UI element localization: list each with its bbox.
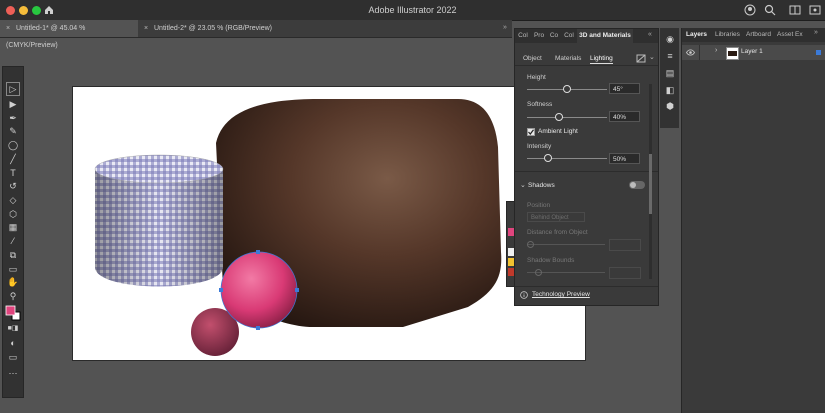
layer-selection-indicator[interactable] xyxy=(816,50,821,55)
3d-materials-panel: Col Pro Co Col 3D and Materials « Object… xyxy=(514,28,659,306)
color-mode-icon[interactable]: ■◨ xyxy=(7,323,19,335)
tools-panel: ▷ ▶ ✒ ✎ ◯ ╱ T ↺ ◇ ⬡ ▦ ⁄ ⧉ ▭ ✋ ⚲ ■◨ ◐ ▭ ⋯ xyxy=(2,66,24,398)
layers-panel: Layers Libraries Artboard Asset Ex » › L… xyxy=(681,28,825,413)
panel-scrollbar[interactable] xyxy=(649,84,652,279)
tab-label: Untitled-2* @ 23.05 % (RGB/Preview) xyxy=(154,25,272,32)
distance-slider-track[interactable] xyxy=(527,244,605,245)
tab-color[interactable]: Col xyxy=(517,29,529,43)
info-icon xyxy=(520,291,528,299)
intensity-value-field[interactable]: 50% xyxy=(609,153,640,164)
search-icon[interactable] xyxy=(764,4,776,16)
layers-panel-menu-icon[interactable]: » xyxy=(814,29,818,36)
zoom-tool-icon[interactable]: ⚲ xyxy=(7,290,19,302)
tab-color-guide[interactable]: Co xyxy=(548,29,560,43)
visibility-eye-icon[interactable] xyxy=(686,49,695,56)
large-sphere-selected[interactable] xyxy=(220,251,298,329)
shadows-chevron-icon[interactable]: ⌄ xyxy=(520,181,526,189)
intensity-label: Intensity xyxy=(527,143,552,150)
tab-properties[interactable]: Pro xyxy=(532,29,546,43)
softness-slider-knob[interactable] xyxy=(555,113,563,121)
layer-name[interactable]: Layer 1 xyxy=(741,48,763,55)
direct-selection-tool-icon[interactable]: ▶ xyxy=(7,98,19,110)
selection-tool-icon[interactable]: ▷ xyxy=(6,82,20,96)
softness-value-field[interactable]: 40% xyxy=(609,111,640,122)
height-value-field[interactable]: 45° xyxy=(609,83,640,94)
type-tool-icon[interactable]: T xyxy=(7,167,19,179)
panel-collapse-icon[interactable]: « xyxy=(648,31,652,38)
document-tab-bar: × Untitled-1* @ 45.04 % (CMYK/Preview) × U… xyxy=(0,20,512,49)
intensity-slider-knob[interactable] xyxy=(544,154,552,162)
gradient-tool-icon[interactable]: ▦ xyxy=(7,221,19,233)
softness-slider-track[interactable] xyxy=(527,117,607,118)
close-tab-icon[interactable]: × xyxy=(144,20,154,37)
subtab-materials[interactable]: Materials xyxy=(555,55,581,62)
share-icon[interactable] xyxy=(809,4,821,16)
bounds-value-field[interactable] xyxy=(609,267,641,279)
window-title: Adobe Illustrator 2022 xyxy=(368,5,457,15)
height-label: Height xyxy=(527,74,546,81)
height-slider-knob[interactable] xyxy=(563,85,571,93)
layer-row[interactable]: › Layer 1 xyxy=(682,45,825,60)
render-menu-chevron-icon[interactable]: ⌄ xyxy=(649,53,655,61)
tab-3d-and-materials[interactable]: 3D and Materials xyxy=(577,29,633,43)
eraser-tool-icon[interactable]: ◇ xyxy=(7,194,19,206)
arrange-documents-icon[interactable] xyxy=(789,4,801,16)
distance-slider-knob[interactable] xyxy=(527,241,534,248)
comments-icon[interactable]: ▤ xyxy=(664,67,676,79)
account-icon[interactable] xyxy=(744,4,756,16)
blend-tool-icon[interactable]: ⧉ xyxy=(7,249,19,261)
shadows-label: Shadows xyxy=(528,182,555,189)
tab-libraries[interactable]: Libraries xyxy=(715,28,740,42)
tab-layers[interactable]: Layers xyxy=(686,28,707,42)
more-tools-icon[interactable]: ⋯ xyxy=(7,367,19,379)
tab-artboards[interactable]: Artboard xyxy=(746,28,771,42)
shadow-position-label: Position xyxy=(527,202,551,209)
subtab-lighting[interactable]: Lighting xyxy=(590,55,613,64)
technology-preview-link[interactable]: Technology Preview xyxy=(532,291,590,298)
subtab-object[interactable]: Object xyxy=(523,55,542,62)
shadow-position-dropdown[interactable]: Behind Object xyxy=(527,212,585,222)
fill-stroke-swatch[interactable] xyxy=(5,305,21,321)
tab-label: Untitled-1* @ 45.04 % (CMYK/Preview) xyxy=(6,25,86,49)
screen-mode-icon[interactable]: ▭ xyxy=(7,351,19,363)
layer-thumbnail xyxy=(726,47,739,60)
intensity-slider-track[interactable] xyxy=(527,158,607,159)
artboard-tool-icon[interactable]: ▭ xyxy=(7,263,19,275)
appearance-icon[interactable]: ◉ xyxy=(664,33,676,45)
rotate-tool-icon[interactable]: ↺ xyxy=(7,180,19,192)
tab-overflow-icon[interactable]: » xyxy=(503,24,507,31)
paintbrush-tool-icon[interactable]: ╱ xyxy=(7,153,19,165)
shape-builder-tool-icon[interactable]: ⬡ xyxy=(7,208,19,220)
tab-untitled-2[interactable]: × Untitled-2* @ 23.05 % (RGB/Preview) xyxy=(138,20,298,37)
title-bar: Adobe Illustrator 2022 xyxy=(0,0,825,21)
tab-color-2[interactable]: Col xyxy=(562,29,576,43)
drawing-mode-icon[interactable]: ◐ xyxy=(7,337,19,349)
shadows-toggle[interactable] xyxy=(629,181,645,189)
pen-tool-icon[interactable]: ✒ xyxy=(7,112,19,124)
hand-tool-icon[interactable]: ✋ xyxy=(7,276,19,288)
softness-label: Softness xyxy=(527,101,553,108)
collapsed-panel-dock: ◉ ≡ ▤ ◧ ⬢ xyxy=(660,28,679,128)
3d-cube-icon[interactable]: ⬢ xyxy=(664,100,676,112)
ambient-light-checkbox[interactable] xyxy=(527,128,535,136)
ellipse-tool-icon[interactable]: ◯ xyxy=(7,139,19,151)
close-tab-icon[interactable]: × xyxy=(6,20,16,37)
eyedropper-tool-icon[interactable]: ⁄ xyxy=(7,235,19,247)
bounds-slider-knob[interactable] xyxy=(535,269,542,276)
asset-export-icon[interactable]: ◧ xyxy=(664,84,676,96)
tab-asset-export[interactable]: Asset Ex xyxy=(777,28,803,42)
distance-value-field[interactable] xyxy=(609,239,641,251)
render-settings-icon[interactable] xyxy=(636,54,646,63)
ambient-light-label: Ambient Light xyxy=(538,128,578,135)
shadow-bounds-label: Shadow Bounds xyxy=(527,257,575,264)
distance-from-object-label: Distance from Object xyxy=(527,229,588,236)
expand-layer-chevron-icon[interactable]: › xyxy=(715,47,717,54)
properties-icon[interactable]: ≡ xyxy=(664,50,676,62)
tab-untitled-1[interactable]: × Untitled-1* @ 45.04 % (CMYK/Preview) xyxy=(0,20,138,49)
curvature-tool-icon[interactable]: ✎ xyxy=(7,125,19,137)
